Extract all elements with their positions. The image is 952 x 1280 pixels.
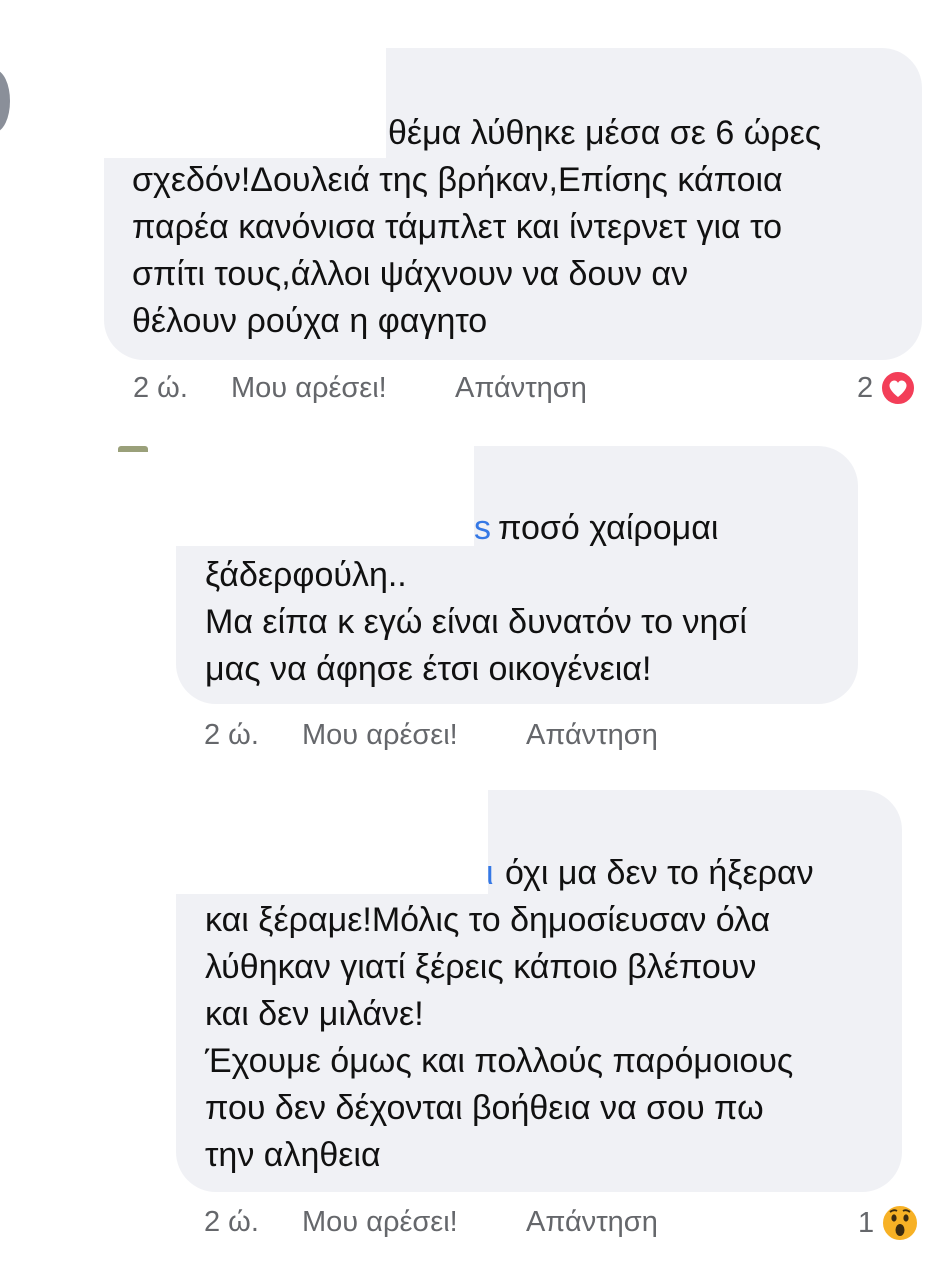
comment-timestamp[interactable]: 2 ώ. bbox=[204, 1206, 259, 1239]
redacted-name bbox=[104, 40, 386, 158]
wow-reaction-icon bbox=[881, 1204, 920, 1242]
like-button[interactable]: Μου αρέσει! bbox=[302, 1206, 458, 1239]
reaction-summary[interactable]: 1 bbox=[858, 1203, 920, 1243]
comment-text-line: σχεδόν!Δουλειά της βρήκαν,Επίσης κάποια bbox=[132, 161, 783, 199]
comment-text-line: ξάδερφούλη.. bbox=[205, 556, 407, 594]
comment-text-line: θέλουν ρούχα η φαγητο bbox=[132, 302, 488, 340]
comment-text-line: που δεν δέχονται βοήθεια να σου πω bbox=[205, 1089, 764, 1127]
comment-text-line: λύθηκαν γιατί ξέρεις κάποιο βλέπουν bbox=[205, 948, 757, 986]
redacted-name bbox=[166, 440, 474, 546]
reaction-summary[interactable]: 2 bbox=[857, 369, 917, 407]
redacted-name bbox=[166, 782, 488, 894]
reply-button[interactable]: Απάντηση bbox=[526, 719, 658, 752]
reaction-count: 1 bbox=[858, 1206, 875, 1239]
comment-text-line: και ξέραμε!Μόλις το δημοσίευσαν όλα bbox=[205, 901, 771, 939]
comment-text-line: όχι μα δεν το ήξεραν bbox=[505, 854, 814, 892]
reply-button[interactable]: Απάντηση bbox=[455, 372, 587, 405]
commenter-name-link[interactable]: ι bbox=[486, 850, 494, 897]
comment-text-line: Έχουμε όμως και πολλούς παρόμοιους bbox=[205, 1042, 794, 1080]
avatar[interactable] bbox=[0, 70, 10, 132]
like-button[interactable]: Μου αρέσει! bbox=[231, 372, 387, 405]
reply-button[interactable]: Απάντηση bbox=[526, 1206, 658, 1239]
like-button[interactable]: Μου αρέσει! bbox=[302, 719, 458, 752]
comment-timestamp[interactable]: 2 ώ. bbox=[204, 719, 259, 752]
comment-text-line: θέμα λύθηκε μέσα σε 6 ώρες bbox=[388, 114, 822, 152]
comment-text-line: ποσό χαίρομαι bbox=[498, 509, 719, 547]
commenter-name-link[interactable]: s bbox=[474, 505, 491, 552]
avatar[interactable] bbox=[118, 446, 148, 452]
love-reaction-icon bbox=[880, 370, 917, 406]
comment-text-line: μας να άφησε έτσι οικογένεια! bbox=[205, 650, 652, 688]
reaction-count: 2 bbox=[857, 371, 874, 404]
comment-text-line: παρέα κανόνισα τάμπλετ και ίντερνετ για … bbox=[132, 208, 782, 246]
comment-text-line: και δεν μιλάνε! bbox=[205, 995, 424, 1033]
comment-text-line: Μα είπα κ εγώ είναι δυνατόν το νησί bbox=[205, 603, 747, 641]
comment-text-line: σπίτι τους,άλλοι ψάχνουν να δουν αν bbox=[132, 255, 689, 293]
comment-text-line: την αληθεια bbox=[205, 1136, 381, 1174]
comment-timestamp[interactable]: 2 ώ. bbox=[133, 372, 188, 405]
